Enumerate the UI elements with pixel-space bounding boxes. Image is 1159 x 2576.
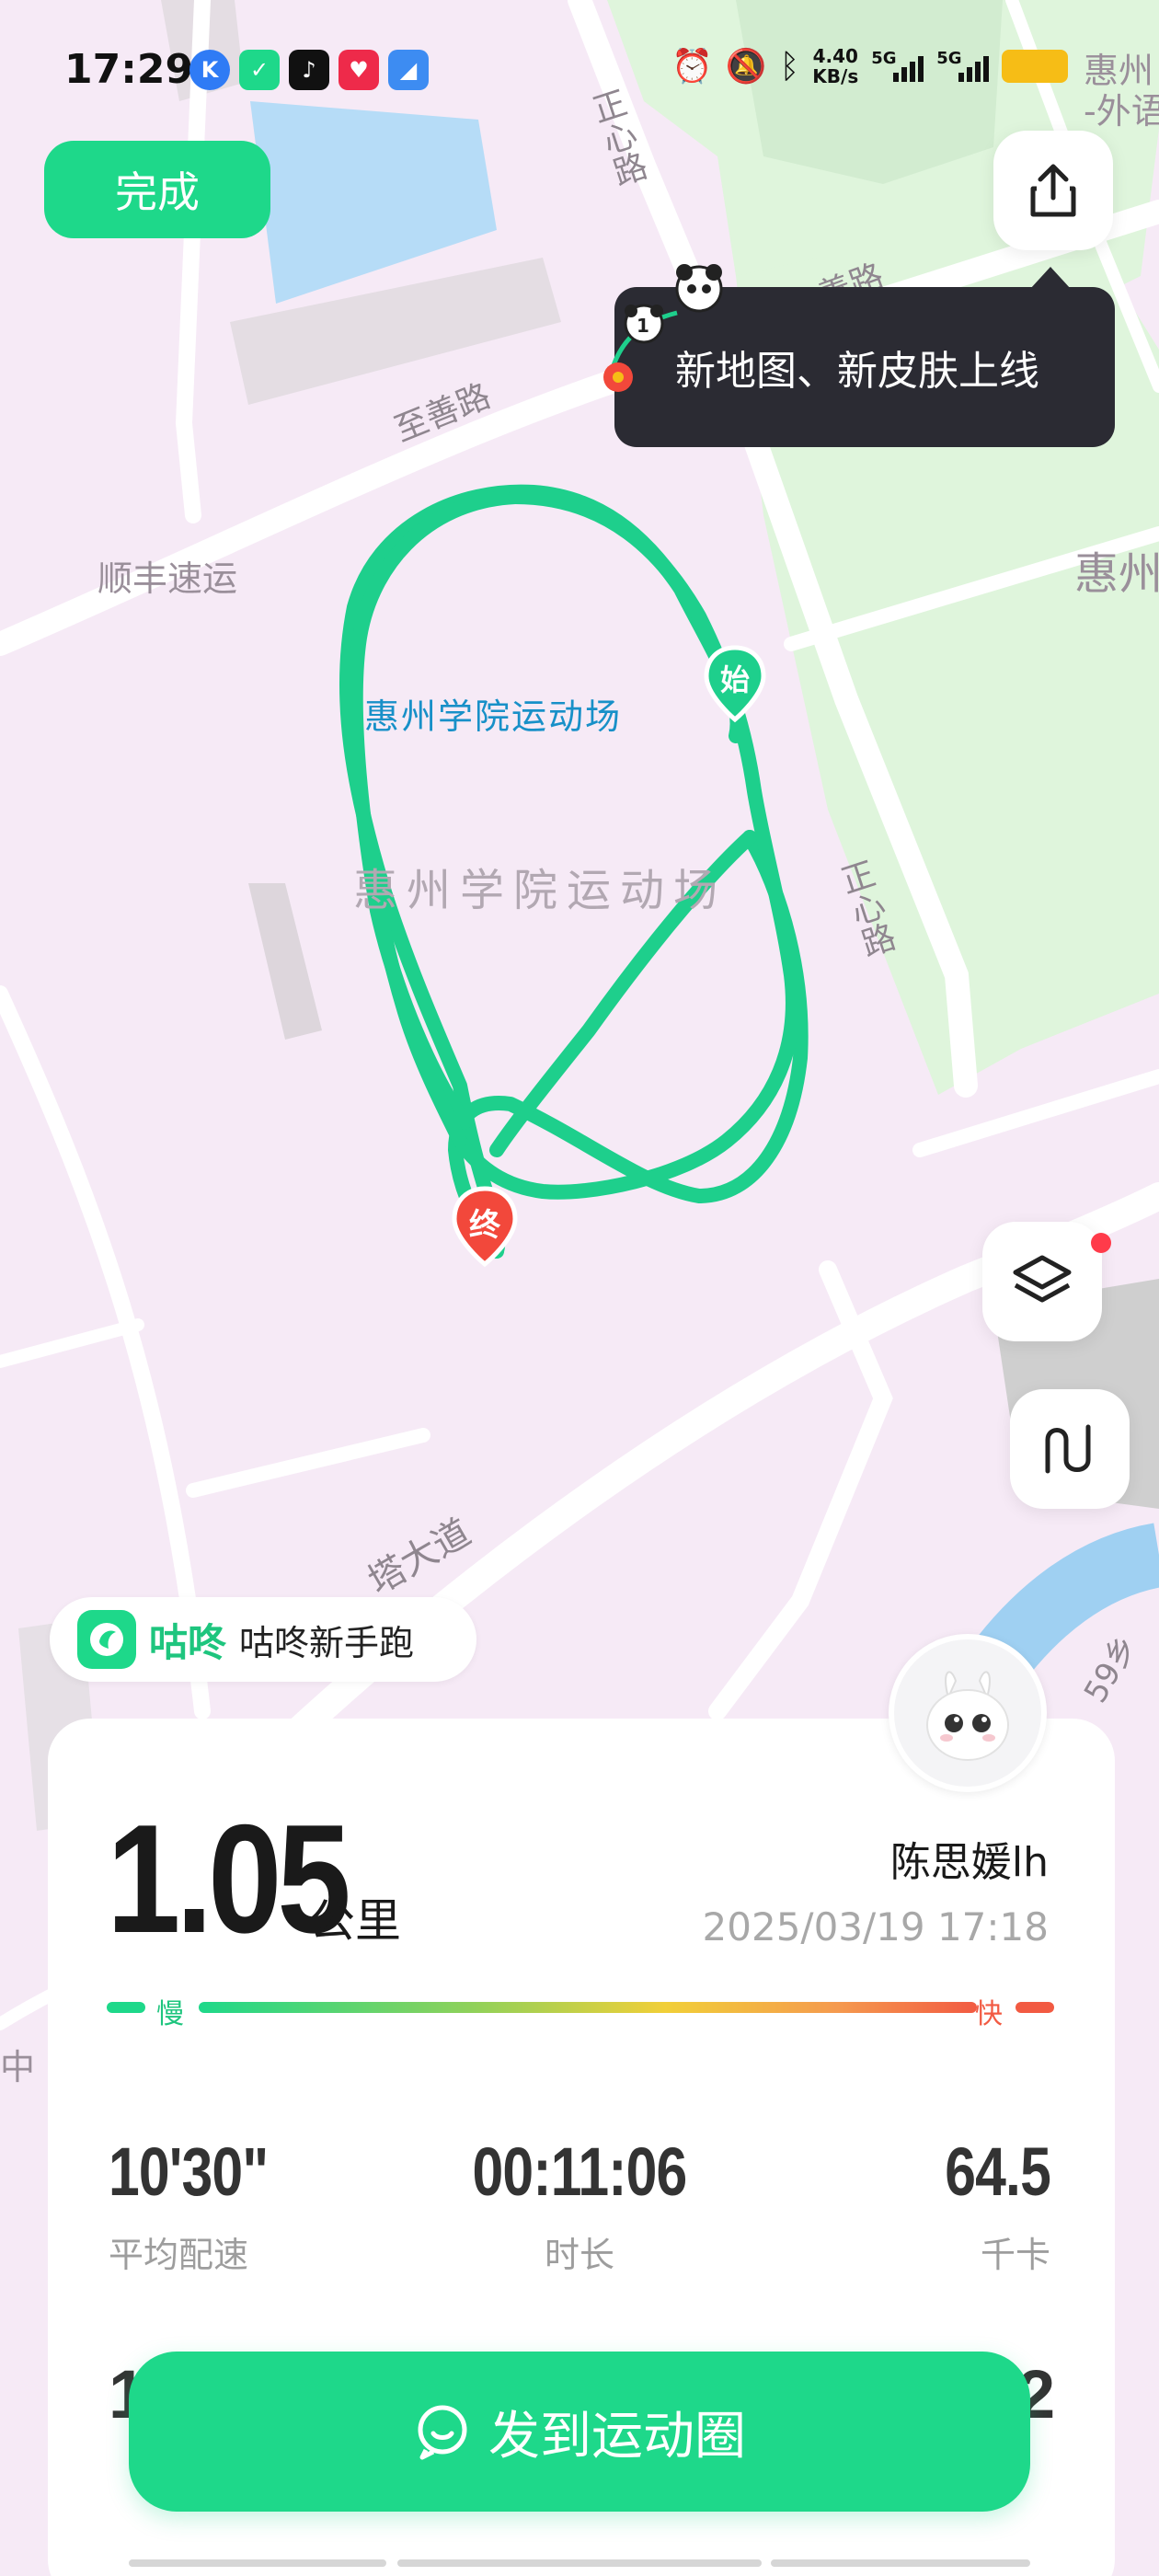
- page-indicator: [771, 2559, 1030, 2567]
- route-icon: [1045, 1424, 1091, 1474]
- post-to-feed-button[interactable]: 发到运动圈: [129, 2352, 1030, 2512]
- stat-avg-pace: 10'30" 平均配速: [109, 2138, 303, 2277]
- net-speed-unit: KB/s: [812, 65, 859, 87]
- tiktok-app-icon: ♪: [289, 50, 329, 90]
- stat-value: 64.5: [945, 2133, 1051, 2210]
- alarm-icon: ⏰: [671, 48, 713, 86]
- status-bar: 17:29 K ✓ ♪ ♥ ◢ ⏰ 🔕 ᛒ 4.40 KB/s 5G 5G: [0, 37, 1159, 110]
- stat-duration: 00:11:06 时长: [442, 2138, 717, 2277]
- layers-icon: [1013, 1255, 1072, 1303]
- codoon-app-icon: ✓: [239, 50, 280, 90]
- bluetooth-icon: ᛒ: [779, 47, 800, 86]
- page-indicator: [129, 2559, 386, 2567]
- net-speed-value: 4.40: [812, 45, 858, 67]
- start-marker-label: 始: [719, 662, 750, 697]
- road-minor: [0, 1318, 144, 1368]
- road-south: [708, 1260, 893, 1720]
- panda-mascot-icon: [603, 264, 723, 392]
- k-app-icon: K: [189, 50, 230, 90]
- heart-app-icon: ♥: [339, 50, 379, 90]
- cloud-app-icon: ◢: [388, 50, 429, 90]
- avatar[interactable]: [889, 1634, 1047, 1792]
- stat-label: 平均配速: [109, 2235, 249, 2275]
- tooltip-arrow: [1030, 267, 1071, 289]
- brand-name: 咕咚: [149, 1619, 227, 1665]
- codoon-logo-icon: [77, 1610, 136, 1669]
- pace-slow-label: 慢: [156, 1998, 184, 2030]
- post-button-label: 发到运动圈: [488, 2406, 746, 2467]
- pace-gradient: [199, 2002, 977, 2013]
- route-button[interactable]: [1010, 1389, 1130, 1509]
- bunny-avatar-icon: [926, 1671, 1009, 1761]
- place-label-huizhou: 惠州: [1074, 548, 1159, 600]
- network-type-1: 5G: [871, 49, 897, 68]
- stat-label: 千卡: [980, 2235, 1050, 2275]
- run-datetime: 2025/03/19 17:18: [702, 1904, 1049, 1949]
- tooltip-badge: 1: [637, 315, 649, 337]
- stat-value: 10'30": [109, 2133, 269, 2210]
- end-marker-label: 终: [469, 1207, 500, 1244]
- chat-bubble-icon: [418, 2405, 467, 2460]
- signal-1-icon: 5G: [871, 49, 924, 82]
- training-plan-chip[interactable]: 咕咚 咕咚新手跑: [50, 1597, 476, 1682]
- share-icon: [1030, 164, 1076, 217]
- park-label: 惠州学院运动场: [364, 696, 623, 737]
- stat-label: 时长: [544, 2235, 614, 2275]
- network-type-2: 5G: [936, 49, 962, 68]
- road-minor: [186, 1428, 430, 1498]
- stat-value: 00:11:06: [472, 2133, 687, 2210]
- share-button[interactable]: [993, 131, 1113, 250]
- signal-2-icon: 5G: [936, 49, 990, 82]
- place-label-shunfeng: 顺丰速运: [98, 558, 238, 599]
- distance-unit: 公里: [309, 1894, 401, 1948]
- pace-fast-label: 快: [975, 1998, 1003, 2030]
- tooltip-mascot: 1: [585, 258, 741, 405]
- system-icons: ⏰ 🔕 ᛒ 4.40 KB/s 5G 5G: [671, 46, 1069, 86]
- layers-notification-dot: [1091, 1233, 1111, 1253]
- pace-legend: 慢 快: [107, 1991, 1054, 2030]
- building: [248, 883, 322, 1040]
- mute-icon: 🔕: [725, 48, 767, 86]
- pace-slow-segment: [107, 2002, 145, 2013]
- status-time: 17:29: [64, 46, 194, 93]
- codoon-bird-icon: [90, 1623, 123, 1656]
- end-marker[interactable]: 终: [451, 1185, 519, 1268]
- area-label: 惠州学院运动场: [353, 865, 728, 916]
- page-indicator: [397, 2559, 762, 2567]
- pace-fast-segment: [1016, 2002, 1054, 2013]
- pond: [250, 101, 497, 304]
- place-label-zhong: 中: [0, 2047, 36, 2087]
- battery-icon: [1002, 50, 1069, 83]
- notification-icons: K ✓ ♪ ♥ ◢: [189, 50, 429, 90]
- map-layers-button[interactable]: [982, 1222, 1102, 1341]
- plan-name: 咕咚新手跑: [239, 1622, 415, 1663]
- net-speed: 4.40 KB/s: [812, 46, 858, 86]
- username: 陈思媛lh: [889, 1839, 1049, 1886]
- start-marker[interactable]: 始: [703, 644, 767, 723]
- done-button[interactable]: 完成: [44, 141, 270, 238]
- stat-calories: 64.5 千卡: [922, 2133, 1051, 2277]
